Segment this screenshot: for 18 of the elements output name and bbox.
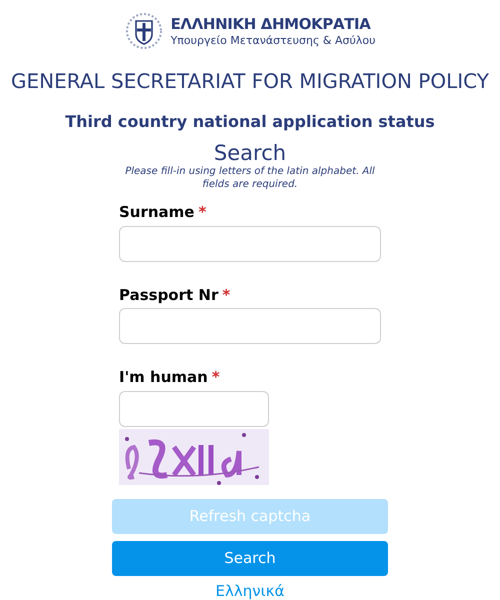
input-field[interactable]	[119, 308, 381, 344]
required-mark: *	[198, 202, 206, 224]
required-mark: *	[222, 284, 230, 306]
form-heading: Search	[214, 140, 286, 166]
form-note: Please fill-in using letters of the latin alphabet. All fields are required.	[124, 166, 376, 192]
field-label: I'm human	[119, 367, 208, 388]
ministry-name: Υπουργείο Μετανάστευσης & Ασύλου	[170, 34, 376, 48]
language-link[interactable]: Ελληνικά	[216, 580, 284, 600]
captcha-field[interactable]	[119, 390, 269, 427]
required-mark: *	[212, 367, 220, 388]
org-name: ΕΛΛΗΝΙΚΗ ΔΗΜΟΚΡΑΤΙΑ	[170, 14, 372, 34]
field-label: Passport Nr	[119, 284, 218, 306]
search-button[interactable]: Search	[112, 540, 388, 576]
page-title: GENERAL SECRETARIAT FOR MIGRATION POLICY	[11, 68, 489, 95]
field-label: Surname	[119, 202, 194, 224]
input-field[interactable]	[119, 226, 381, 262]
subtitle: Third country national application status	[65, 111, 435, 133]
emblem-icon	[124, 12, 163, 50]
